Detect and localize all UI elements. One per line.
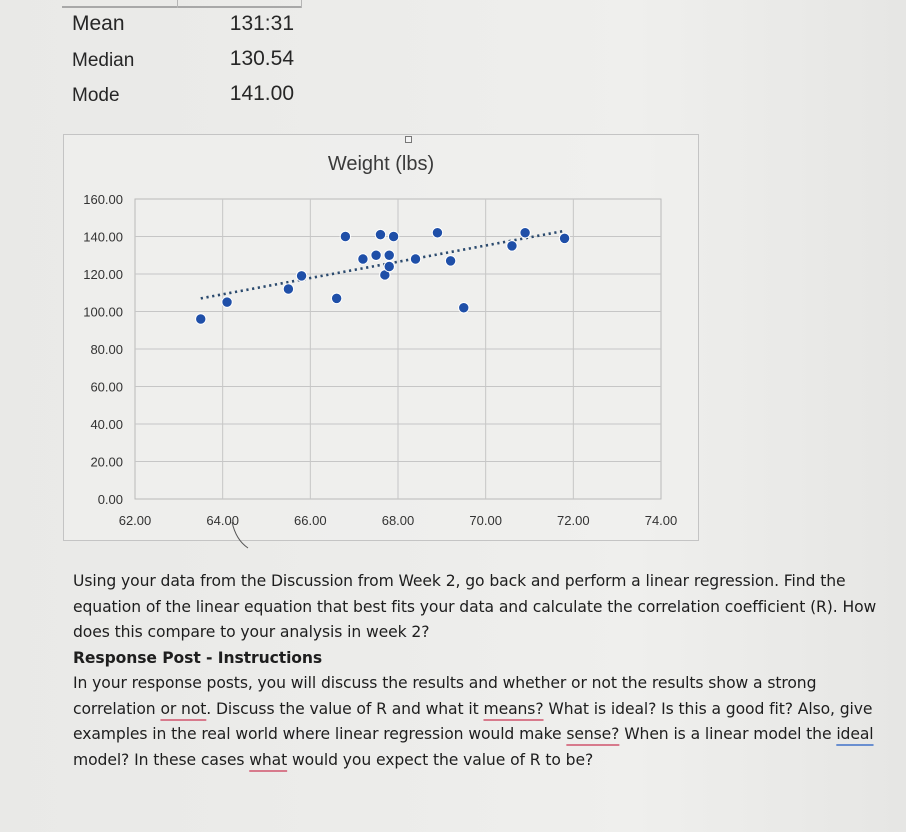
chart-gridlines — [134, 198, 662, 500]
data-point — [409, 253, 422, 265]
y-tick-label: 20.00 — [90, 455, 123, 470]
data-point — [221, 296, 233, 308]
x-tick-label: 62.00 — [119, 513, 152, 528]
response-text-segment: would you expect the value of R to be? — [287, 750, 594, 769]
response-text-segment: model? In these cases — [73, 750, 250, 769]
spellcheck-marked-word: ideal — [836, 725, 874, 743]
y-tick-label: 100.00 — [83, 305, 123, 320]
spellcheck-marked-word: means? — [483, 699, 544, 718]
data-point — [387, 230, 400, 243]
data-point — [558, 232, 571, 245]
data-point — [383, 260, 395, 273]
data-point — [195, 313, 207, 325]
data-point — [370, 249, 382, 261]
y-axis-ticks: 0.00 20.00 40.00 60.00 80.00 100.00 120.00 140.… — [83, 192, 123, 507]
data-point — [506, 240, 518, 252]
data-point — [458, 302, 470, 314]
y-tick-label: 160.00 — [83, 192, 123, 207]
x-tick-label: 72.00 — [557, 513, 590, 528]
data-point — [431, 227, 444, 239]
scatter-chart: Weight (lbs) 0.00 20.00 40.00 60.00 80.00 100… — [83, 153, 678, 549]
spellcheck-marked-word: or not — [160, 699, 207, 718]
response-text-segment: . Discuss the value of R and what it — [206, 699, 484, 718]
y-tick-label: 0.00 — [98, 492, 123, 507]
y-tick-label: 140.00 — [83, 230, 123, 245]
x-axis-ticks: 62.00 64.00 66.00 68.00 70.00 72.00 74.00 — [119, 513, 678, 528]
chart-title: Weight (lbs) — [328, 153, 434, 175]
data-point — [282, 283, 295, 295]
data-point — [444, 255, 457, 267]
intro-paragraph: Using your data from the Discussion from… — [73, 572, 877, 641]
x-tick-label: 66.00 — [294, 513, 327, 528]
response-heading: Response Post - Instructions — [73, 648, 323, 667]
assignment-instructions: Using your data from the Discussion from… — [73, 569, 893, 773]
x-tick-label: 64.00 — [206, 513, 239, 528]
y-tick-label: 120.00 — [83, 267, 123, 282]
x-tick-label: 68.00 — [382, 513, 415, 528]
y-tick-label: 40.00 — [90, 417, 123, 432]
x-tick-label: 74.00 — [645, 513, 678, 528]
spellcheck-marked-word: sense? — [566, 725, 620, 743]
data-point — [374, 228, 387, 241]
data-point — [519, 227, 531, 239]
data-point — [357, 253, 369, 265]
y-tick-label: 60.00 — [90, 380, 123, 395]
response-text-segment: When is a linear model the — [619, 725, 837, 743]
response-paragraph: In your response posts, you will discuss… — [73, 671, 893, 773]
y-tick-label: 80.00 — [90, 342, 123, 357]
x-tick-label: 70.00 — [469, 513, 502, 528]
data-point — [339, 230, 352, 243]
data-point — [383, 249, 395, 261]
spellcheck-marked-word: what — [249, 750, 288, 769]
data-point — [295, 270, 308, 282]
data-point — [330, 292, 343, 305]
